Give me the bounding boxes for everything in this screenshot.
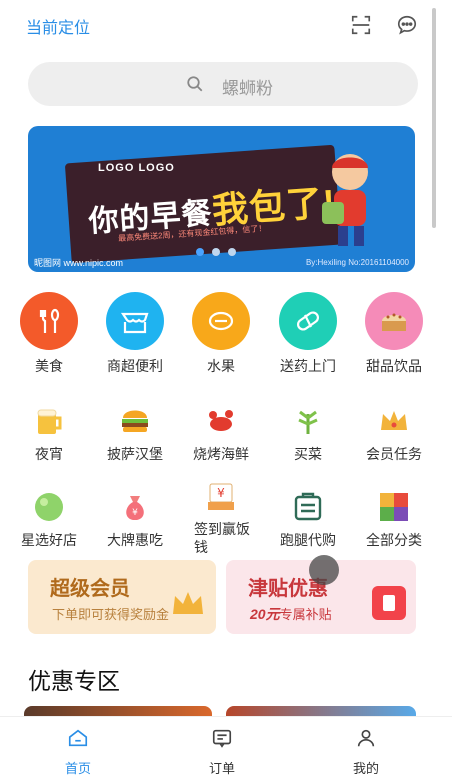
banner-dot-3[interactable] [228,248,236,256]
top-bar: 当前定位 [0,0,452,52]
beer-icon [32,404,66,438]
category-label: 水果 [207,358,235,374]
store-icon [106,292,164,350]
home-icon [68,729,88,747]
tab-label: 首页 [64,761,91,776]
vip-subtitle: 下单即可获得奖励金 [52,607,170,622]
tab-label: 我的 [352,761,379,776]
category-checkin-rewards[interactable]: ¥ 签到赢饭钱 [178,480,264,556]
category-label: 烧烤海鲜 [193,446,249,462]
super-vip-card[interactable]: 超级会员 下单即可获得奖励金 [28,560,216,634]
category-night-snack[interactable]: 夜宵 [6,404,92,464]
coupon-icon [372,586,406,620]
category-dessert[interactable]: 甜品饮品 [351,292,437,376]
crown-icon [173,592,203,614]
category-label: 甜品饮品 [366,358,422,374]
checkin-icon: ¥ [204,480,238,514]
banner-watermark-right: By:Hexiling No:20161104000 [305,258,409,267]
banner-dot-1[interactable] [196,248,204,256]
cake-icon [365,292,423,350]
lemon-icon [192,292,250,350]
subsidy-subtitle: 20元专属补贴 [250,604,332,624]
message-icon[interactable] [396,14,418,36]
category-label: 全部分类 [366,532,422,548]
svg-text:¥: ¥ [217,486,225,500]
category-label: 美食 [35,358,63,374]
current-location-button[interactable]: 当前定位 [26,14,90,38]
banner-pagination [196,248,236,256]
category-food[interactable]: 美食 [6,292,92,376]
svg-text:¥: ¥ [132,508,138,518]
search-icon [187,76,203,92]
banner-logo-text: LOGO LOGO [98,162,175,174]
banner-dot-2[interactable] [212,248,220,256]
tab-home[interactable]: 首页 [38,727,118,777]
category-label: 星选好店 [21,532,77,548]
category-star-shops[interactable]: 星选好店 [6,490,92,550]
tab-label: 订单 [208,761,235,776]
search-bar[interactable]: 螺蛳粉 [28,62,418,106]
category-label: 会员任务 [366,446,422,462]
lobster-icon [204,404,238,438]
banner-watermark: 昵图网 www.nipic.com [34,258,124,268]
subsidy-sub-text: 专属补贴 [279,607,332,622]
scrollbar[interactable] [432,8,436,228]
scan-icon[interactable] [350,14,372,36]
category-all[interactable]: 全部分类 [351,490,437,550]
bottom-tab-bar: 首页 订单 我的 [0,716,452,784]
errand-icon [291,490,325,524]
fork-knife-icon [20,292,78,350]
tab-orders[interactable]: 订单 [182,727,262,777]
category-fruit[interactable]: 水果 [178,292,264,376]
crown-icon [377,404,411,438]
all-categories-icon [377,490,411,524]
tab-profile[interactable]: 我的 [326,727,406,777]
section-title: 优惠专区 [28,668,120,694]
category-pizza-burger[interactable]: 披萨汉堡 [92,404,178,464]
category-label: 大牌惠吃 [107,532,163,548]
money-bag-icon: ¥ [118,490,152,524]
category-label: 签到赢饭钱 [194,521,250,555]
category-groceries[interactable]: 买菜 [265,404,351,464]
category-label: 送药上门 [280,358,336,374]
category-label: 夜宵 [35,446,63,462]
category-member-tasks[interactable]: 会员任务 [351,404,437,464]
category-errands[interactable]: 跑腿代购 [265,490,351,550]
category-label: 跑腿代购 [280,532,336,548]
star-shop-icon [32,490,66,524]
profile-icon [357,729,375,747]
category-label: 买菜 [294,446,322,462]
order-icon [212,729,232,748]
category-bbq-seafood[interactable]: 烧烤海鲜 [178,404,264,464]
search-placeholder: 螺蛳粉 [222,79,273,98]
burger-icon [118,404,152,438]
category-big-brand-deals[interactable]: ¥ 大牌惠吃 [92,490,178,550]
category-label: 披萨汉堡 [107,446,163,462]
vegetable-icon [291,404,325,438]
category-label: 商超便利 [107,358,163,374]
category-medicine[interactable]: 送药上门 [265,292,351,376]
subsidy-amount: 20元 [250,606,280,622]
delivery-boy-illustration [322,154,368,246]
touch-indicator [309,555,339,585]
category-supermarket[interactable]: 商超便利 [92,292,178,376]
pill-icon [279,292,337,350]
vip-title: 超级会员 [50,578,130,600]
